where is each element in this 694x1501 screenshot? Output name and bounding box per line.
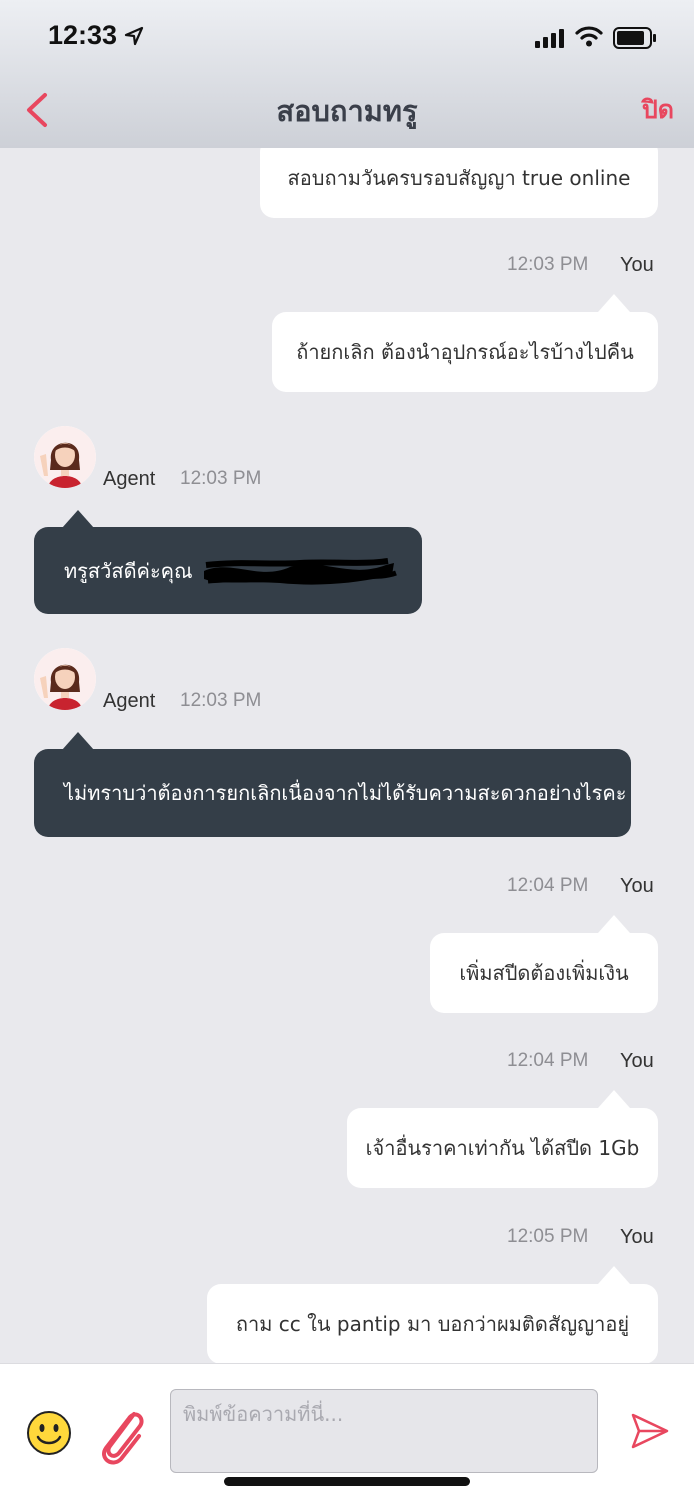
bubble-tail bbox=[598, 294, 630, 312]
message-time: 12:03 PM bbox=[180, 468, 262, 489]
location-arrow-icon bbox=[124, 26, 144, 46]
message-text: ถ้ายกเลิก ต้องนำอุปกรณ์อะไรบ้างไปคืน bbox=[296, 340, 634, 364]
battery-icon bbox=[613, 27, 656, 49]
message-time: 12:03 PM bbox=[180, 690, 262, 711]
message-text: สอบถามวันครบรอบสัญญา true online bbox=[287, 166, 631, 190]
message-text: เจ้าอื่นราคาเท่ากัน ได้สปีด 1Gb bbox=[365, 1136, 640, 1160]
page-title: สอบถามทรู bbox=[276, 94, 418, 128]
message-sender: You bbox=[620, 875, 654, 897]
agent-avatar-icon bbox=[34, 648, 96, 710]
message-sender: Agent bbox=[103, 468, 156, 490]
message-text: เพิ่มสปีดต้องเพิ่มเงิน bbox=[459, 961, 629, 985]
chat-thread[interactable]: สอบถามวันครบรอบสัญญา true online 12:03 P… bbox=[0, 148, 694, 1363]
message-text: ทรูสวัสดีค่ะคุณ bbox=[64, 558, 193, 583]
bubble-tail bbox=[62, 510, 94, 528]
message-time: 12:05 PM bbox=[507, 1226, 589, 1247]
message-bubble: ไม่ทราบว่าต้องการยกเลิกเนื่องจากไม่ได้รั… bbox=[34, 749, 631, 837]
send-icon[interactable] bbox=[630, 1412, 670, 1450]
message-sender: You bbox=[620, 1050, 654, 1072]
message-sender: You bbox=[620, 1226, 654, 1248]
message-sender: Agent bbox=[103, 690, 156, 712]
redaction-scribble bbox=[204, 558, 397, 585]
message-bubble: เจ้าอื่นราคาเท่ากัน ได้สปีด 1Gb bbox=[347, 1108, 658, 1188]
emoji-icon[interactable] bbox=[26, 1410, 72, 1456]
agent-avatar bbox=[34, 648, 96, 710]
attachment-paperclip-icon[interactable] bbox=[94, 1402, 150, 1468]
message-bubble: เพิ่มสปีดต้องเพิ่มเงิน bbox=[430, 933, 658, 1013]
bubble-tail bbox=[62, 732, 94, 750]
close-button[interactable]: ปิด bbox=[642, 90, 674, 130]
message-input[interactable] bbox=[170, 1389, 598, 1473]
message-bubble: ถาม cc ใน pantip มา บอกว่าผมติดสัญญาอยู่ bbox=[207, 1284, 658, 1363]
message-time: 12:03 PM bbox=[507, 254, 589, 275]
header-bar: 12:33 สอบถามทรู ปิด bbox=[0, 0, 694, 148]
message-time: 12:04 PM bbox=[507, 1050, 589, 1071]
message-bubble: สอบถามวันครบรอบสัญญา true online bbox=[260, 148, 658, 218]
message-bubble: ถ้ายกเลิก ต้องนำอุปกรณ์อะไรบ้างไปคืน bbox=[272, 312, 658, 392]
message-text: ถาม cc ใน pantip มา บอกว่าผมติดสัญญาอยู่ bbox=[235, 1312, 630, 1336]
bubble-tail bbox=[598, 1090, 630, 1108]
message-sender: You bbox=[620, 254, 654, 276]
bubble-tail bbox=[598, 1266, 630, 1284]
status-time: 12:33 bbox=[48, 20, 118, 50]
bubble-tail bbox=[598, 915, 630, 933]
home-indicator[interactable] bbox=[224, 1477, 470, 1486]
wifi-icon bbox=[575, 26, 603, 47]
message-text: ไม่ทราบว่าต้องการยกเลิกเนื่องจากไม่ได้รั… bbox=[64, 781, 627, 805]
agent-avatar-icon bbox=[34, 426, 96, 488]
agent-avatar bbox=[34, 426, 96, 488]
cellular-signal-icon bbox=[535, 29, 564, 48]
message-time: 12:04 PM bbox=[507, 875, 589, 896]
